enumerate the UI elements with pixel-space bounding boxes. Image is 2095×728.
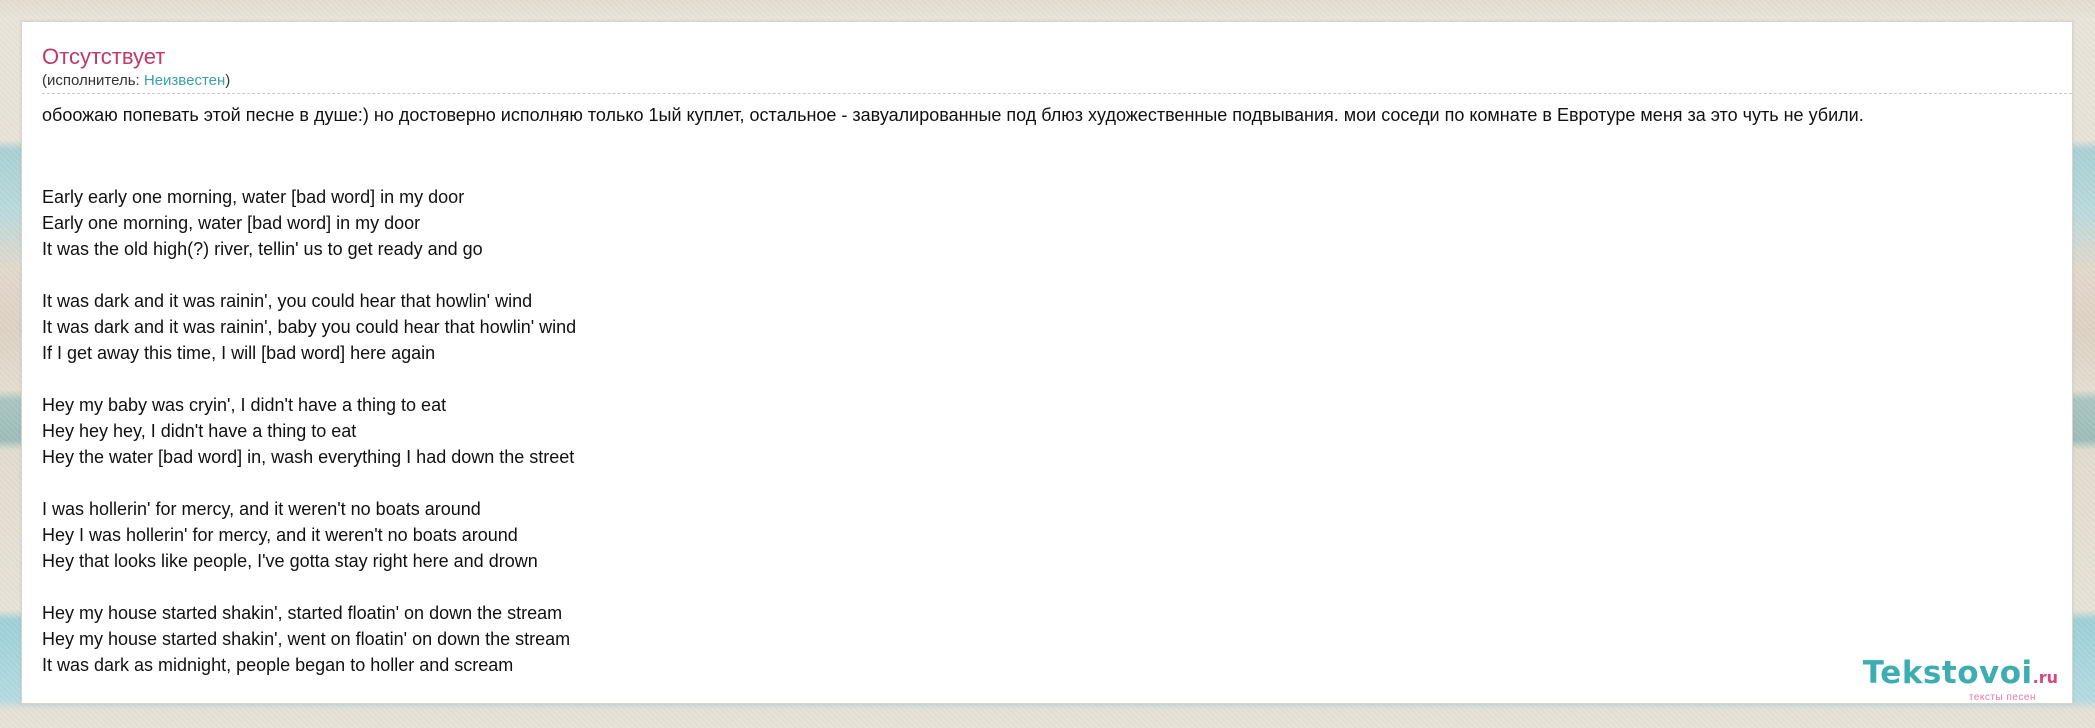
lyrics-line: It was dark as midnight, people began to… bbox=[42, 655, 514, 675]
site-logo-wordmark: Tekstovoi.ru bbox=[1863, 656, 2058, 695]
lyrics-verse: It was dark and it was rainin', you coul… bbox=[42, 288, 576, 366]
lyrics-line: Early early one morning, water [bad word… bbox=[42, 187, 465, 207]
site-logo-name: Tekstovoi bbox=[1862, 655, 2033, 691]
lyrics-line: Hey the water [bad word] in, wash everyt… bbox=[42, 447, 575, 467]
lyrics-line: I was hollerin' for mercy, and it weren'… bbox=[42, 499, 481, 519]
lyrics-line: Hey my baby was cryin', I didn't have a … bbox=[42, 395, 447, 415]
lyrics-verse: Hey my house started shakin', started fl… bbox=[42, 600, 576, 678]
lyrics-text: Early early one morning, water [bad word… bbox=[42, 184, 576, 704]
lyrics-line: Hey my house started shakin', went on fl… bbox=[42, 629, 571, 649]
artist-line: (исполнитель: Неизвестен) bbox=[42, 72, 230, 89]
lyrics-line: It was dark and it was rainin', baby you… bbox=[42, 317, 577, 337]
lyrics-line: Hey I was hollerin' for mercy, and it we… bbox=[42, 525, 518, 545]
lyrics-verse: Early early one morning, water [bad word… bbox=[42, 184, 576, 262]
artist-link[interactable]: Неизвестен bbox=[144, 72, 225, 89]
lyrics-line: If I get away this time, I will [bad wor… bbox=[42, 343, 436, 363]
lyrics-line: It was the old high(?) river, tellin' us… bbox=[42, 239, 483, 259]
artist-suffix: ) bbox=[225, 72, 231, 89]
lyrics-line: It was dark and it was rainin', you coul… bbox=[42, 291, 533, 311]
lyrics-verse: Hey my baby was cryin', I didn't have a … bbox=[42, 392, 576, 470]
lyrics-line: Hey hey hey, I didn't have a thing to ea… bbox=[42, 421, 357, 441]
lyrics-line: Hey my house started shakin', started fl… bbox=[42, 603, 563, 623]
site-logo-tld: .ru bbox=[2032, 668, 2058, 687]
lyrics-verse: I was hollerin' for mercy, and it weren'… bbox=[42, 496, 576, 574]
site-logo[interactable]: Tekstovoi.ru тексты песен bbox=[1863, 656, 2058, 703]
lyrics-card: Отсутствует (исполнитель: Неизвестен) об… bbox=[21, 21, 2073, 704]
lyrics-line: Hey that looks like people, I've gotta s… bbox=[42, 551, 538, 571]
song-title: Отсутствует bbox=[42, 44, 166, 69]
lyrics-line: Early one morning, water [bad word] in m… bbox=[42, 213, 421, 233]
artist-prefix: (исполнитель: bbox=[42, 72, 144, 89]
title-divider bbox=[42, 93, 2072, 94]
song-comment: обоожаю попевать этой песне в душе:) но … bbox=[42, 105, 1864, 125]
